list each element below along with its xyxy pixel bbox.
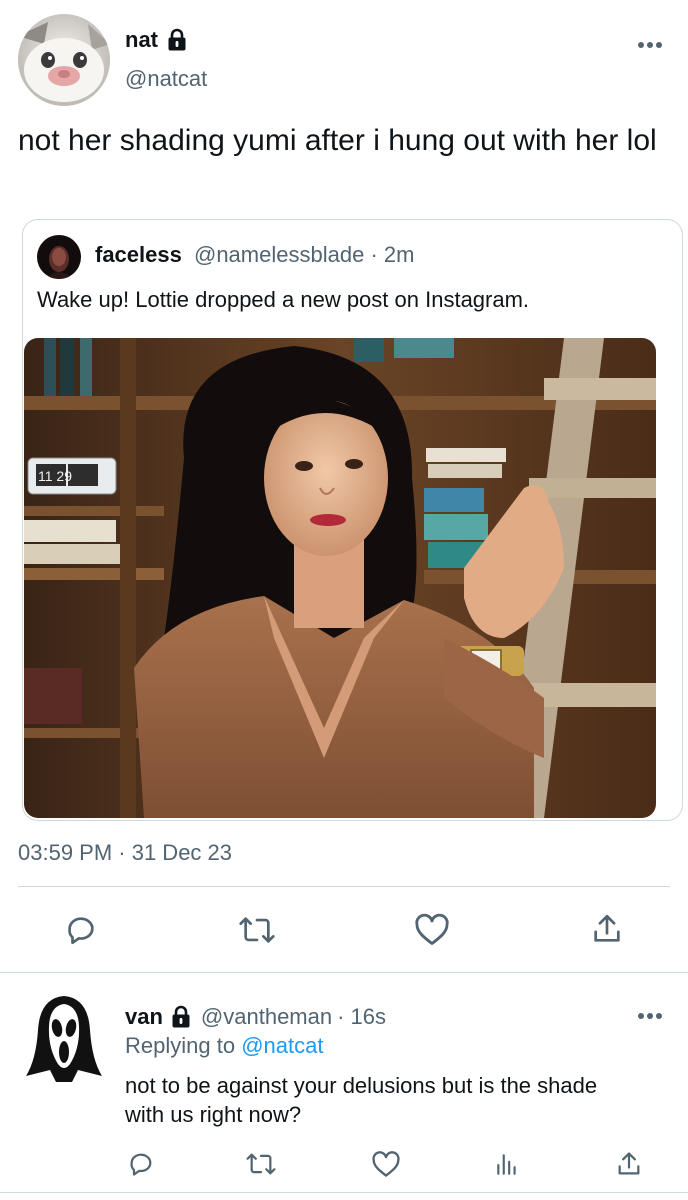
photo-woman-bookshelf: 11 29	[24, 338, 656, 818]
quoted-text: Wake up! Lottie dropped a new post on In…	[37, 287, 530, 312]
author-name-row: nat	[125, 26, 189, 54]
like-icon[interactable]	[371, 1151, 401, 1178]
replying-to-handle[interactable]: @natcat	[241, 1033, 323, 1058]
author-handle[interactable]: @natcat	[125, 66, 207, 92]
reply-time: · 16s	[337, 1004, 387, 1029]
retweet-icon[interactable]	[245, 1150, 277, 1178]
share-icon[interactable]	[590, 911, 624, 947]
reply-avatar[interactable]	[20, 990, 108, 1086]
like-icon[interactable]	[414, 913, 450, 947]
quoted-author-row: faceless @namelessblade · 2m	[95, 242, 414, 268]
replying-to: Replying to @natcat	[125, 1033, 323, 1059]
cat-avatar-image	[18, 14, 110, 106]
reply-author-name[interactable]: van	[125, 1004, 163, 1030]
quoted-author-handle[interactable]: @namelessblade	[194, 242, 364, 267]
tweet-timestamp[interactable]: 03:59 PM · 31 Dec 23	[18, 840, 232, 866]
divider	[18, 886, 670, 887]
lock-icon	[168, 28, 186, 51]
quoted-time: · 2m	[370, 242, 415, 267]
bottom-divider	[0, 1192, 688, 1193]
reply-text: not to be against your delusions but is …	[125, 1073, 598, 1127]
reply-author-handle[interactable]: @vantheman	[201, 1004, 332, 1030]
share-icon[interactable]	[615, 1149, 643, 1179]
views-icon[interactable]	[494, 1150, 520, 1178]
more-options-icon[interactable]	[637, 38, 663, 52]
ghostface-avatar-image	[26, 996, 102, 1082]
reply-author-row: van @vantheman · 16s	[125, 1003, 386, 1031]
quoted-avatar[interactable]	[37, 235, 81, 279]
lock-icon	[172, 1005, 190, 1028]
tweet-text: not her shading yumi after i hung out wi…	[18, 124, 657, 157]
quoted-image[interactable]: 11 29	[24, 338, 656, 818]
retweet-icon[interactable]	[238, 913, 276, 947]
quoted-avatar-image	[37, 235, 81, 279]
replying-to-label: Replying to	[125, 1033, 236, 1058]
section-divider	[0, 972, 688, 973]
avatar[interactable]	[18, 14, 110, 106]
reply-icon[interactable]	[64, 913, 98, 947]
author-name[interactable]: nat	[125, 27, 158, 53]
clock-digits: 11 29	[38, 468, 72, 484]
reply-icon[interactable]	[127, 1150, 155, 1178]
quoted-author-name[interactable]: faceless	[95, 242, 182, 267]
more-options-icon[interactable]	[637, 1009, 663, 1023]
